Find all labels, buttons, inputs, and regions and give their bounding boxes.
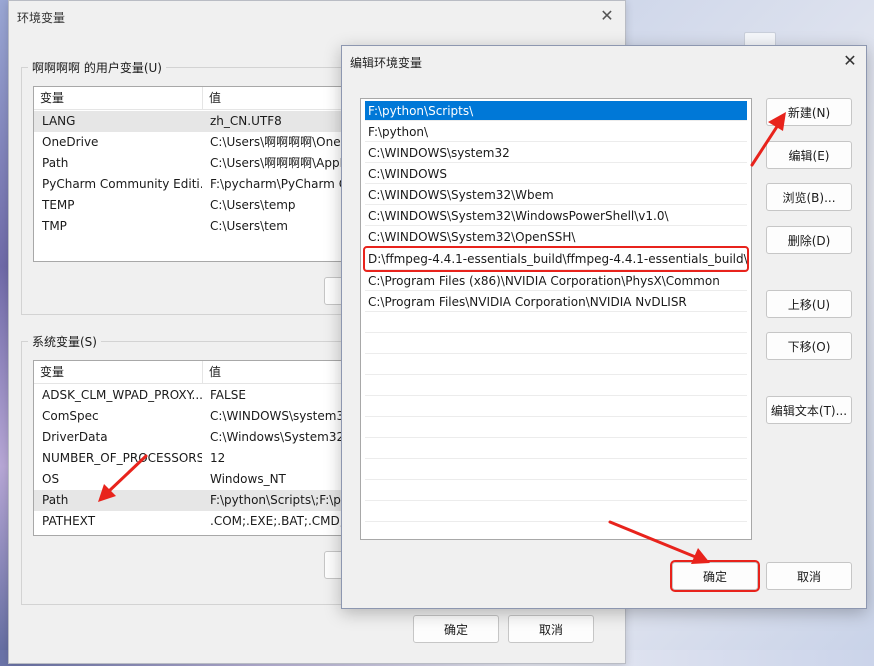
empty-row bbox=[365, 397, 747, 417]
window-title: 环境变量 bbox=[17, 11, 66, 25]
path-item-ffmpeg-highlighted[interactable]: D:\ffmpeg-4.4.1-essentials_build\ffmpeg-… bbox=[363, 246, 749, 272]
table-row[interactable]: NUMBER_OF_PROCESSORS 12 bbox=[34, 448, 346, 469]
table-row[interactable]: ComSpec C:\WINDOWS\system32\cmd bbox=[34, 406, 346, 427]
variable-value: C:\Users\啊啊啊啊\OneDrive bbox=[210, 135, 346, 149]
variable-name: ADSK_CLM_WPAD_PROXY... bbox=[42, 388, 202, 402]
empty-row bbox=[365, 460, 747, 480]
new-button[interactable]: 新建(N) bbox=[766, 98, 852, 126]
table-row[interactable]: OS Windows_NT bbox=[34, 469, 346, 490]
variable-value: C:\Users\啊啊啊啊\AppData bbox=[210, 156, 347, 170]
empty-row bbox=[365, 355, 747, 375]
move-down-button[interactable]: 下移(O) bbox=[766, 332, 852, 360]
variable-value: 12 bbox=[210, 451, 226, 465]
variable-value: .COM;.EXE;.BAT;.CMD;.VB bbox=[210, 514, 346, 528]
table-row[interactable]: OneDrive C:\Users\啊啊啊啊\OneDrive bbox=[34, 132, 346, 153]
table-row[interactable]: PyCharm Community Editi... F:\pycharm\Py… bbox=[34, 174, 346, 195]
variable-name: PATHEXT bbox=[42, 514, 96, 528]
user-variables-list[interactable]: 变量 值 LANG zh_CN.UTF8 OneDrive C:\Users\啊… bbox=[33, 86, 347, 262]
dialog-ok-button[interactable]: 确定 bbox=[670, 560, 760, 592]
path-item-selected[interactable]: F:\python\Scripts\ bbox=[365, 101, 747, 121]
path-list[interactable]: F:\python\Scripts\ F:\python\ C:\WINDOWS… bbox=[360, 98, 752, 540]
variable-name: DriverData bbox=[42, 430, 108, 444]
table-row[interactable]: LANG zh_CN.UTF8 bbox=[34, 111, 346, 132]
variable-value: F:\python\Scripts\;F:\pyth bbox=[210, 493, 347, 507]
variable-name: TEMP bbox=[42, 198, 75, 212]
variable-value: C:\Users\tem bbox=[210, 219, 288, 233]
move-up-button[interactable]: 上移(U) bbox=[766, 290, 852, 318]
variable-name: Path bbox=[42, 156, 69, 170]
variable-name: LANG bbox=[42, 114, 76, 128]
empty-row bbox=[365, 502, 747, 522]
path-item[interactable]: F:\python\ bbox=[365, 122, 747, 142]
table-row-path-selected[interactable]: Path F:\python\Scripts\;F:\pyth bbox=[34, 490, 346, 511]
variable-value: C:\WINDOWS\system32\cmd bbox=[210, 409, 346, 423]
variable-name: OS bbox=[42, 472, 60, 486]
table-row[interactable]: TMP C:\Users\tem bbox=[34, 216, 346, 237]
variable-value: C:\Windows\System32\Driv bbox=[210, 430, 346, 444]
column-header-variable[interactable]: 变量 bbox=[34, 361, 202, 383]
close-icon[interactable]: ✕ bbox=[838, 50, 862, 72]
variable-name: OneDrive bbox=[42, 135, 99, 149]
variable-name: TMP bbox=[42, 219, 67, 233]
table-row[interactable]: DriverData C:\Windows\System32\Driv bbox=[34, 427, 346, 448]
path-item[interactable]: C:\WINDOWS\System32\OpenSSH\ bbox=[365, 227, 747, 247]
dialog-title: 编辑环境变量 bbox=[350, 56, 423, 70]
dialog-cancel-button[interactable]: 取消 bbox=[766, 562, 852, 590]
browse-button[interactable]: 浏览(B)... bbox=[766, 183, 852, 211]
empty-row bbox=[365, 439, 747, 459]
variable-name: Path bbox=[42, 493, 69, 507]
variable-name: NUMBER_OF_PROCESSORS bbox=[42, 451, 202, 465]
variable-value: Windows_NT bbox=[210, 472, 286, 486]
system-variables-label: 系统变量(S) bbox=[28, 333, 101, 350]
main-ok-button[interactable]: 确定 bbox=[413, 615, 499, 643]
path-item[interactable]: C:\WINDOWS\System32\WindowsPowerShell\v1… bbox=[365, 206, 747, 226]
user-variables-label: 啊啊啊啊 的用户变量(U) bbox=[28, 59, 166, 76]
table-row[interactable]: Path C:\Users\啊啊啊啊\AppData bbox=[34, 153, 346, 174]
list-header: 变量 值 bbox=[34, 361, 346, 384]
path-item[interactable]: C:\WINDOWS\system32 bbox=[365, 143, 747, 163]
variable-value: zh_CN.UTF8 bbox=[210, 114, 282, 128]
empty-row bbox=[365, 481, 747, 501]
edit-environment-variable-dialog: 编辑环境变量 ✕ F:\python\Scripts\ F:\python\ C… bbox=[341, 45, 867, 609]
variable-value: FALSE bbox=[210, 388, 246, 402]
variable-value: F:\pycharm\PyCharm Com bbox=[210, 177, 346, 191]
column-header-value[interactable]: 值 bbox=[202, 87, 346, 109]
variable-name: PyCharm Community Editi... bbox=[42, 177, 202, 191]
empty-row bbox=[365, 313, 747, 333]
path-item[interactable]: C:\WINDOWS bbox=[365, 164, 747, 184]
path-item[interactable]: C:\WINDOWS\System32\Wbem bbox=[365, 185, 747, 205]
path-item[interactable]: C:\Program Files (x86)\NVIDIA Corporatio… bbox=[365, 271, 747, 291]
close-icon[interactable]: ✕ bbox=[595, 5, 619, 27]
system-variables-list[interactable]: 变量 值 ADSK_CLM_WPAD_PROXY... FALSE ComSpe… bbox=[33, 360, 347, 536]
edit-button[interactable]: 编辑(E) bbox=[766, 141, 852, 169]
column-header-variable[interactable]: 变量 bbox=[34, 87, 202, 109]
empty-row bbox=[365, 418, 747, 438]
path-item[interactable]: C:\Program Files\NVIDIA Corporation\NVID… bbox=[365, 292, 747, 312]
variable-value: C:\Users\temp bbox=[210, 198, 296, 212]
edit-text-button[interactable]: 编辑文本(T)... bbox=[766, 396, 852, 424]
column-header-value[interactable]: 值 bbox=[202, 361, 346, 383]
empty-row bbox=[365, 334, 747, 354]
table-row[interactable]: ADSK_CLM_WPAD_PROXY... FALSE bbox=[34, 385, 346, 406]
main-cancel-button[interactable]: 取消 bbox=[508, 615, 594, 643]
table-row[interactable]: PATHEXT .COM;.EXE;.BAT;.CMD;.VB bbox=[34, 511, 346, 532]
empty-row bbox=[365, 376, 747, 396]
table-row[interactable]: TEMP C:\Users\temp bbox=[34, 195, 346, 216]
variable-name: ComSpec bbox=[42, 409, 99, 423]
delete-button[interactable]: 删除(D) bbox=[766, 226, 852, 254]
list-header: 变量 值 bbox=[34, 87, 346, 110]
